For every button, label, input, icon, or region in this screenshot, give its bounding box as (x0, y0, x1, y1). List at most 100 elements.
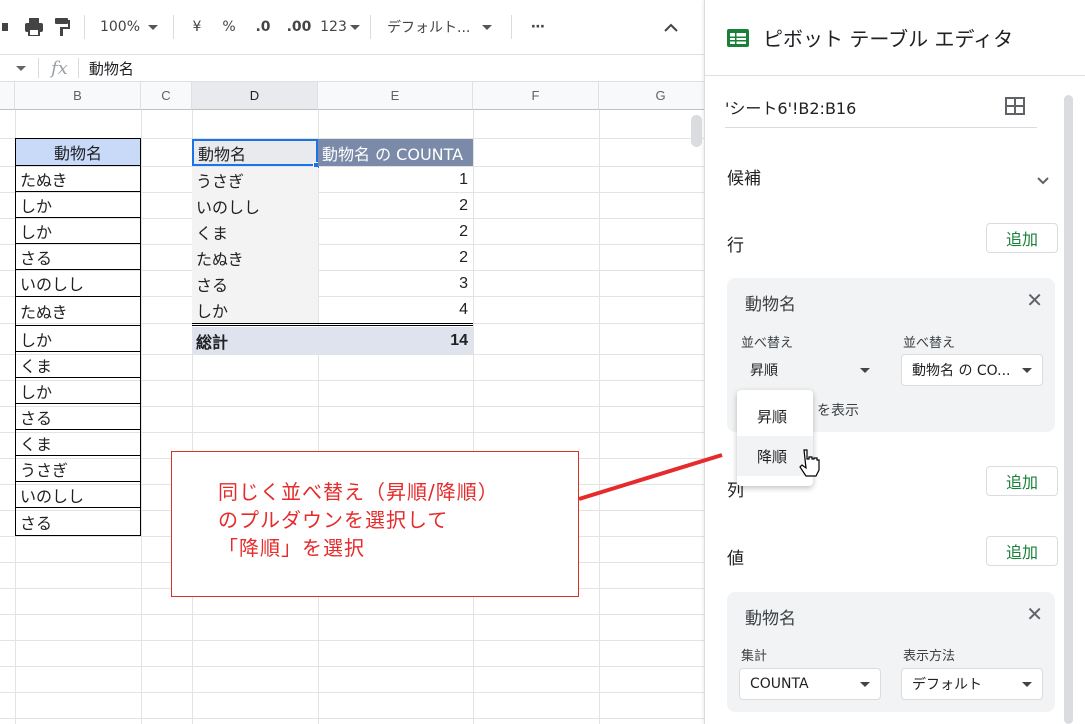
suggestions-label[interactable]: 候補 (727, 164, 761, 189)
toolbar-divider (84, 15, 85, 39)
data-range[interactable]: 'シート6'!B2:B16 (725, 95, 856, 119)
number-format-label: 123 (320, 19, 347, 35)
formula-input[interactable]: 動物名 (89, 58, 134, 79)
source-cell[interactable]: しか (15, 326, 141, 352)
dropdown-option-descending[interactable]: 降順 (737, 436, 813, 476)
panel-header: ピボット テーブル エディタ (705, 0, 1085, 76)
chevron-down-icon (1022, 682, 1032, 687)
toolbar-divider (370, 15, 371, 39)
show-as-label: 表示方法 (903, 649, 956, 664)
decrease-decimals-button[interactable]: .0 (246, 0, 280, 54)
percent-format-button[interactable]: % (212, 0, 246, 54)
paint-format-icon[interactable] (48, 0, 76, 54)
dropdown-option-ascending[interactable]: 昇順 (737, 396, 813, 436)
source-cell[interactable]: うさぎ (15, 456, 141, 482)
chevron-down-icon[interactable] (1037, 170, 1049, 189)
formula-divider (38, 58, 39, 78)
pivot-total-label[interactable]: 総計 (192, 327, 318, 354)
more-options-button[interactable]: ⋯ (520, 0, 556, 54)
source-table-header[interactable]: 動物名 (15, 138, 141, 166)
chevron-down-icon (860, 368, 870, 373)
annotation-line-1: 同じく並べ替え（昇順/降順） (218, 480, 499, 504)
pivot-row-count[interactable]: 3 (318, 271, 473, 297)
close-icon[interactable]: ✕ (1026, 288, 1043, 312)
zoom-value: 100% (99, 19, 141, 35)
source-cell[interactable]: しか (15, 192, 141, 218)
column-header-g[interactable]: G (599, 82, 704, 110)
grid-line (473, 110, 474, 724)
number-format-select[interactable]: 123 (318, 0, 362, 54)
grid-line (0, 640, 704, 641)
panel-scrollbar[interactable] (1064, 95, 1073, 724)
spreadsheet-grid[interactable]: B C D E F G 動物名 たぬき しか しか さる いのしし たぬき しか くま しか さる… (0, 82, 704, 724)
source-cell[interactable]: さる (15, 404, 141, 430)
chevron-down-icon (148, 24, 159, 30)
font-select[interactable]: デフォルト... (379, 0, 503, 54)
source-cell[interactable]: しか (15, 378, 141, 404)
column-header-c[interactable]: C (141, 82, 192, 110)
increase-decimals-button[interactable]: .00 (280, 0, 318, 54)
name-box-chevron-icon[interactable] (16, 65, 26, 71)
pivot-row-name[interactable]: うさぎ (192, 167, 318, 193)
pivot-row-count[interactable]: 2 (318, 245, 473, 271)
grid-line (0, 614, 704, 615)
column-header-d[interactable]: D (192, 82, 318, 110)
summarize-value: COUNTA (750, 676, 809, 692)
column-header-a[interactable] (0, 82, 15, 110)
add-value-button[interactable]: 追加 (986, 536, 1058, 566)
source-cell[interactable]: さる (15, 508, 141, 536)
collapse-toolbar-icon[interactable] (656, 0, 686, 54)
source-cell[interactable]: くま (15, 430, 141, 456)
zoom-select[interactable]: 100% (93, 0, 165, 54)
show-totals-label[interactable]: を表示 (817, 400, 859, 420)
add-column-button[interactable]: 追加 (986, 466, 1058, 496)
value-field-card: 動物名 ✕ 集計 COUNTA 表示方法 デフォルト (727, 592, 1055, 712)
column-header-e[interactable]: E (318, 82, 473, 110)
currency-format-button[interactable]: ¥ (182, 0, 212, 54)
pivot-row-name[interactable]: くま (192, 219, 318, 245)
summarize-select[interactable]: COUNTA (739, 668, 881, 700)
source-cell[interactable]: たぬき (15, 166, 141, 192)
chevron-down-icon (1022, 368, 1032, 373)
select-range-icon[interactable] (1005, 97, 1025, 119)
annotation-callout: 同じく並べ替え（昇順/降順） のプルダウンを選択して 「降順」を選択 (171, 451, 579, 597)
pivot-header-name[interactable]: 動物名 (192, 139, 318, 166)
column-header-b[interactable]: B (15, 82, 141, 110)
source-cell[interactable]: いのしし (15, 270, 141, 297)
range-underline (725, 127, 1037, 128)
pivot-total-value[interactable]: 14 (318, 327, 473, 354)
source-cell[interactable]: さる (15, 244, 141, 270)
sort-by-select[interactable]: 動物名 の CO... (901, 354, 1043, 386)
source-cell[interactable]: いのしし (15, 482, 141, 508)
values-section-label: 値 (727, 549, 744, 569)
column-header-f[interactable]: F (473, 82, 599, 110)
close-icon[interactable]: ✕ (1026, 602, 1043, 626)
font-select-label: デフォルト... (387, 20, 471, 36)
formula-divider (77, 58, 79, 78)
sheets-logo-icon (727, 28, 749, 47)
grid-scrollbar-thumb[interactable] (691, 115, 702, 147)
source-cell[interactable]: くま (15, 352, 141, 378)
paint-roller-icon[interactable] (0, 0, 14, 54)
pivot-row-count[interactable]: 4 (318, 297, 473, 323)
sort-order-select[interactable]: 昇順 (739, 354, 881, 386)
formula-bar: fx 動物名 (0, 55, 704, 82)
pivot-row-name[interactable]: たぬき (192, 245, 318, 271)
grid-line (0, 666, 704, 667)
annotation-line-3: 「降順」を選択 (218, 536, 365, 560)
print-icon[interactable] (20, 0, 48, 54)
pivot-header-count[interactable]: 動物名 の COUNTA (318, 139, 473, 166)
pivot-row-count[interactable]: 2 (318, 219, 473, 245)
grid-line (0, 692, 704, 693)
pivot-row-count[interactable]: 1 (318, 167, 473, 193)
show-as-select[interactable]: デフォルト (901, 668, 1043, 700)
pivot-row-name[interactable]: しか (192, 297, 318, 323)
add-row-button[interactable]: 追加 (986, 223, 1058, 253)
fx-icon: fx (51, 57, 68, 79)
pivot-row-count[interactable]: 2 (318, 193, 473, 219)
pivot-row-name[interactable]: さる (192, 271, 318, 297)
pivot-row-name[interactable]: いのしし (192, 193, 318, 219)
source-cell[interactable]: しか (15, 218, 141, 244)
panel-title: ピボット テーブル エディタ (763, 27, 1014, 51)
source-cell[interactable]: たぬき (15, 297, 141, 326)
